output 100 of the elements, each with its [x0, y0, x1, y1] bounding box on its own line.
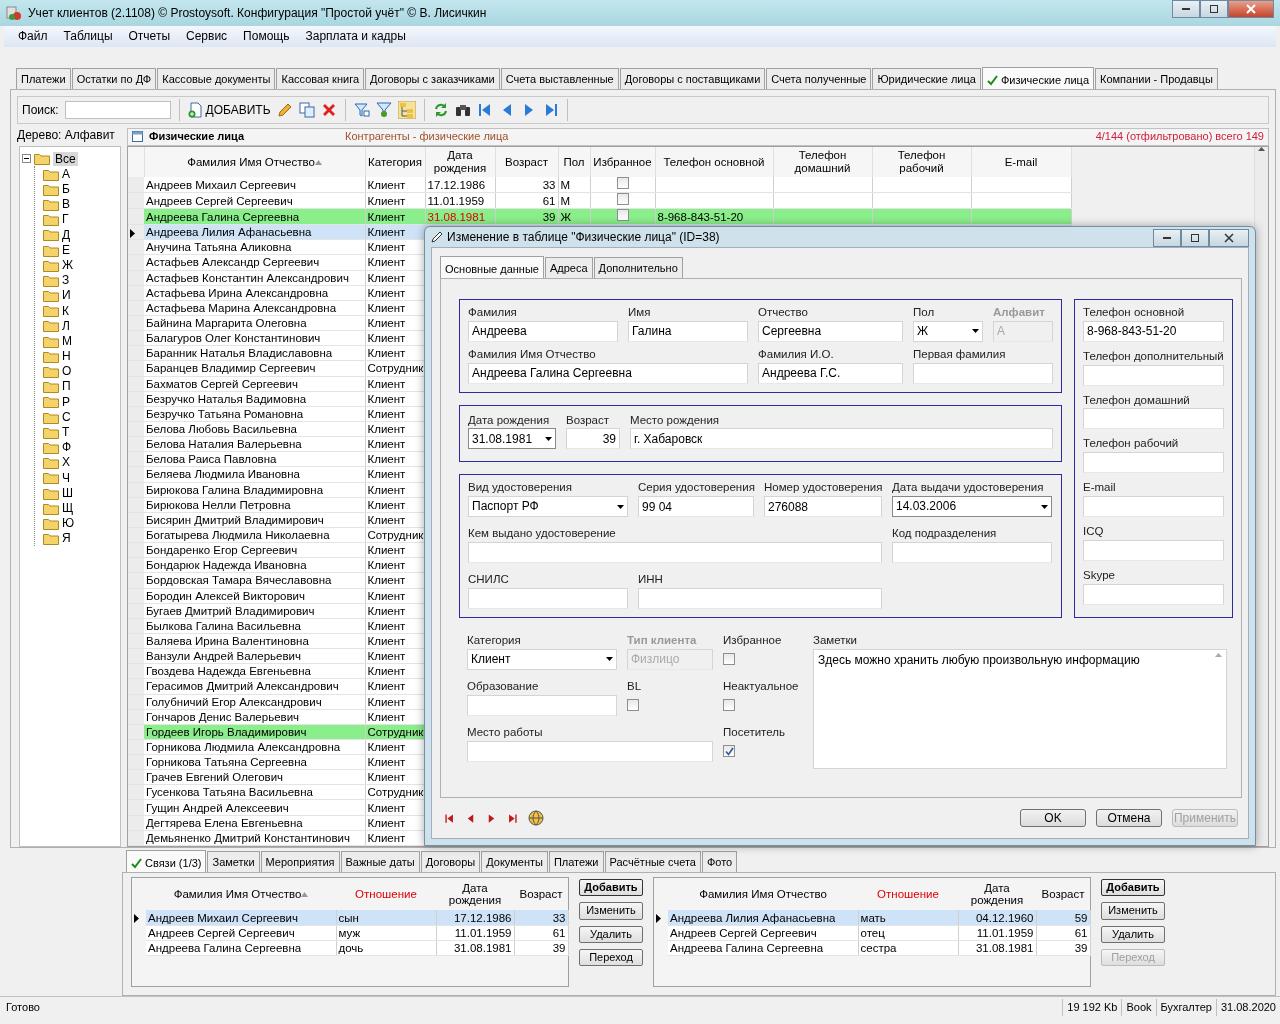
- tree-item[interactable]: Т: [62, 425, 70, 440]
- tree-item[interactable]: О: [62, 364, 72, 379]
- date-picker[interactable]: 14.03.2006: [892, 496, 1052, 518]
- table-row[interactable]: Андреева Галина Сергеевна Клиент 31.08.1981 39 Ж 8-968-843-51-20: [128, 208, 1071, 225]
- menu-item[interactable]: Сервис: [178, 27, 236, 46]
- tree-item[interactable]: Д: [62, 227, 71, 242]
- tree-item[interactable]: Е: [62, 242, 70, 258]
- tab[interactable]: Физические лица: [981, 66, 1095, 90]
- table-row[interactable]: Андреев Михаил Сергеевич сын 17.12.1986 33: [132, 910, 568, 926]
- text-field[interactable]: [467, 694, 617, 716]
- tab[interactable]: Кассовые документы: [157, 67, 276, 89]
- date-picker[interactable]: 31.08.1981: [468, 428, 556, 450]
- text-field[interactable]: [1083, 364, 1224, 386]
- filter-icon[interactable]: [375, 101, 392, 118]
- column-header[interactable]: Дата рождения: [436, 878, 514, 911]
- tree-item[interactable]: Ю: [62, 516, 75, 531]
- tab[interactable]: Остатки по ДФ: [71, 67, 157, 89]
- column-header[interactable]: Дата рождения: [958, 878, 1036, 911]
- text-field[interactable]: [468, 542, 882, 563]
- text-field[interactable]: [467, 741, 713, 763]
- minimize-button[interactable]: [1153, 229, 1181, 247]
- tab[interactable]: Адреса: [544, 256, 593, 278]
- maximize-button[interactable]: [1181, 229, 1209, 247]
- checkbox[interactable]: [616, 193, 629, 206]
- menu-item[interactable]: Отчеты: [120, 27, 178, 46]
- text-field[interactable]: Галина: [628, 320, 748, 342]
- tab[interactable]: Фото: [701, 851, 738, 873]
- tab[interactable]: Платежи: [16, 67, 71, 89]
- action-button[interactable]: Удалить: [1101, 925, 1165, 943]
- dropdown[interactable]: Паспорт РФ: [468, 496, 628, 518]
- tree-item[interactable]: Все: [53, 151, 78, 167]
- checkbox[interactable]: [723, 698, 735, 711]
- action-button[interactable]: Изменить: [579, 902, 643, 920]
- text-field[interactable]: г. Хабаровск: [630, 428, 1053, 450]
- table-row[interactable]: Андреев Сергей Сергеевич отец 11.01.1959 61: [654, 925, 1090, 941]
- text-field[interactable]: [913, 362, 1053, 384]
- tree-item[interactable]: С: [62, 409, 71, 425]
- checkbox[interactable]: [616, 209, 629, 222]
- text-field[interactable]: [1083, 539, 1224, 561]
- tab[interactable]: Кассовая книга: [276, 67, 365, 89]
- text-field[interactable]: [1083, 496, 1224, 517]
- table-row[interactable]: Андреев Сергей Сергеевич муж 11.01.1959 61: [132, 925, 568, 941]
- tree-item[interactable]: Я: [62, 531, 71, 546]
- text-field[interactable]: Андреева Г.С.: [758, 362, 903, 384]
- tree-item[interactable]: Л: [62, 318, 70, 334]
- notes-field[interactable]: Здесь можно хранить любую произвольную информацию: [813, 648, 1227, 769]
- column-header[interactable]: Избранное: [590, 146, 655, 177]
- action-button[interactable]: Добавить: [1101, 879, 1165, 897]
- table-row[interactable]: Андреева Галина Сергеевна сестра 31.08.1981 39: [654, 940, 1090, 956]
- tab[interactable]: Платежи: [548, 851, 604, 873]
- checkbox[interactable]: [627, 698, 639, 711]
- text-field[interactable]: [1083, 583, 1224, 605]
- text-field[interactable]: Андреева: [468, 320, 618, 342]
- menu-item[interactable]: Помощь: [235, 27, 298, 46]
- tree-item[interactable]: П: [62, 379, 71, 394]
- dropdown[interactable]: Ж: [913, 320, 983, 342]
- column-header[interactable]: Телефон основной: [655, 146, 773, 177]
- tree-item[interactable]: Ф: [62, 440, 72, 455]
- menu-item[interactable]: Таблицы: [55, 27, 121, 46]
- tree-item[interactable]: К: [62, 303, 69, 318]
- tab[interactable]: Основные данные: [440, 255, 544, 279]
- add-button[interactable]: ДОБАВИТЬ: [187, 101, 271, 118]
- checkbox[interactable]: [723, 745, 735, 758]
- tab[interactable]: Юридические лица: [872, 67, 981, 89]
- first-icon[interactable]: [476, 101, 493, 118]
- tab[interactable]: Компании - Продавцы: [1095, 67, 1218, 89]
- tree-item[interactable]: Г: [62, 212, 69, 227]
- column-header[interactable]: Фамилия Имя Отчество: [146, 878, 336, 911]
- copy-icon[interactable]: [298, 101, 315, 118]
- tree-item[interactable]: Щ: [62, 501, 74, 516]
- column-header[interactable]: Телефон домашний: [773, 146, 872, 177]
- text-field[interactable]: Сергеевна: [758, 320, 903, 342]
- filter-icon[interactable]: [353, 101, 370, 118]
- tree-item[interactable]: Р: [62, 394, 70, 410]
- column-header[interactable]: Категория: [365, 146, 425, 177]
- text-field[interactable]: [1083, 452, 1224, 474]
- next-icon[interactable]: [486, 812, 497, 824]
- table-row[interactable]: Андреева Галина Сергеевна дочь 31.08.1981 39: [132, 940, 568, 956]
- column-header[interactable]: Возраст: [514, 878, 568, 911]
- refresh-icon[interactable]: [432, 101, 449, 118]
- checkbox[interactable]: [723, 652, 735, 665]
- globe-icon[interactable]: [528, 810, 544, 826]
- tab[interactable]: Документы: [481, 851, 548, 873]
- text-field[interactable]: [638, 587, 882, 609]
- search-field[interactable]: [64, 100, 171, 119]
- tab[interactable]: Заметки: [207, 851, 260, 873]
- text-field[interactable]: 39: [566, 428, 620, 450]
- column-header[interactable]: Возраст: [1036, 878, 1090, 911]
- tree-item[interactable]: В: [62, 197, 70, 212]
- action-button[interactable]: Удалить: [579, 925, 643, 943]
- text-field[interactable]: [1083, 408, 1224, 430]
- column-header[interactable]: E-mail: [971, 146, 1071, 177]
- table-row[interactable]: Андреев Михаил Сергеевич Клиент 17.12.1986 33 М: [128, 177, 1071, 193]
- tab[interactable]: Расчётные счета: [604, 851, 701, 873]
- column-header[interactable]: Фамилия Имя Отчество: [668, 878, 858, 911]
- tab[interactable]: Связи (1/3): [126, 850, 207, 874]
- text-field[interactable]: 99 04: [638, 496, 754, 518]
- collapse-icon[interactable]: [22, 154, 31, 164]
- dialog-button[interactable]: OK: [1020, 808, 1086, 828]
- pencil-icon[interactable]: [276, 101, 293, 118]
